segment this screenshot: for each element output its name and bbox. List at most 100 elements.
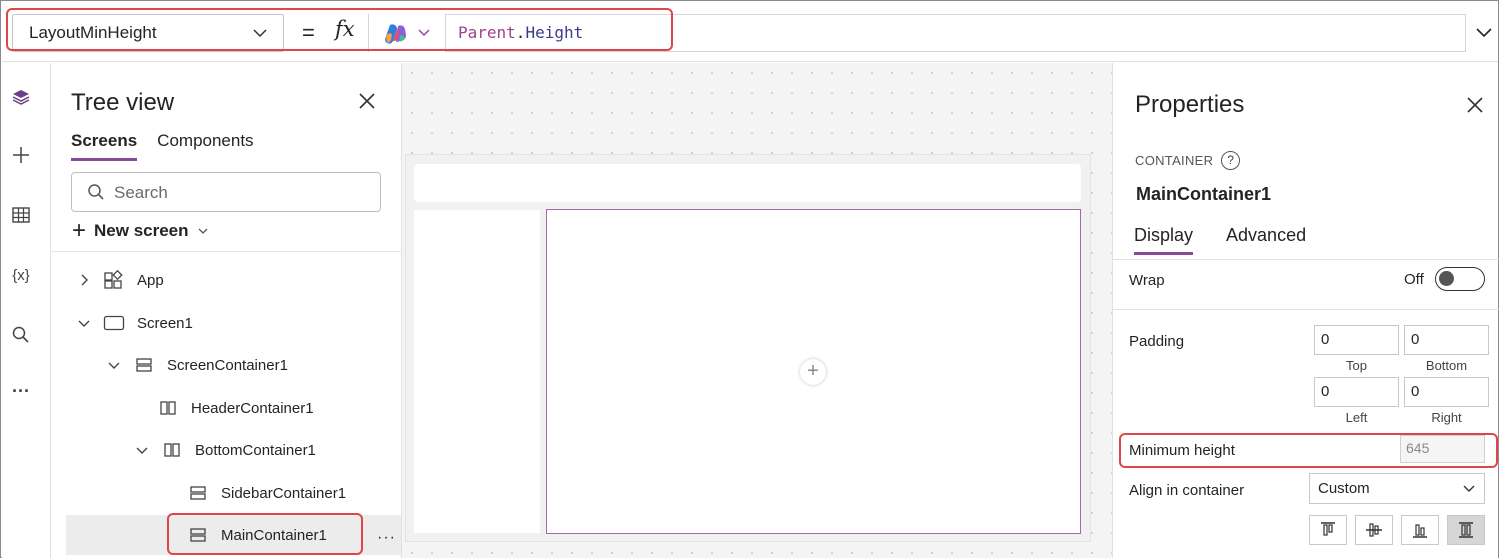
tree-node-screen-container[interactable]: ScreenContainer1 (107, 353, 288, 377)
control-type: CONTAINER ? (1135, 151, 1241, 170)
property-dropdown-value: LayoutMinHeight (29, 23, 157, 42)
search-icon[interactable] (9, 323, 33, 347)
close-icon[interactable] (1465, 95, 1485, 115)
tree-node-label: HeaderContainer1 (191, 399, 314, 417)
new-screen-button[interactable]: + New screen (72, 217, 209, 244)
align-in-container-dropdown[interactable]: Custom (1309, 473, 1485, 504)
search-icon (88, 184, 104, 200)
search-placeholder: Search (114, 183, 168, 202)
chevron-down-icon (253, 29, 267, 38)
insert-plus-icon[interactable] (9, 143, 33, 167)
fx-icon[interactable]: fx (335, 17, 355, 41)
divider (1113, 309, 1499, 310)
tree-node-screen1[interactable]: Screen1 (77, 311, 193, 335)
variables-icon[interactable]: {x} (9, 263, 33, 287)
properties-title: Properties (1135, 91, 1245, 118)
formula-token-dot: . (515, 23, 526, 42)
tree-view-title: Tree view (71, 89, 175, 116)
tab-advanced[interactable]: Advanced (1226, 225, 1306, 255)
plus-icon: + (72, 217, 87, 244)
control-name: MainContainer1 (1136, 184, 1272, 204)
more-icon[interactable]: ··· (9, 379, 33, 403)
minimum-height-label: Minimum height (1129, 442, 1235, 459)
padding-left-input[interactable]: 0 (1314, 377, 1399, 407)
left-rail: {x} ··· (2, 63, 51, 558)
screen-icon (103, 314, 125, 332)
property-dropdown[interactable]: LayoutMinHeight (12, 14, 284, 52)
variables-glyph: {x} (12, 266, 30, 284)
formula-bar: LayoutMinHeight = fx Parent.Height (2, 2, 1498, 62)
vertical-container-icon (187, 484, 209, 502)
expand-formula-chevron-icon[interactable] (1474, 22, 1494, 42)
align-center-icon (1366, 523, 1382, 537)
chevron-right-icon[interactable] (77, 273, 91, 287)
chevron-down-icon[interactable] (135, 443, 149, 457)
tree-node-header-container[interactable]: HeaderContainer1 (157, 396, 314, 420)
minimum-height-input[interactable]: 645 (1400, 435, 1485, 463)
align-stretch-button[interactable] (1447, 515, 1485, 545)
wrap-label: Wrap (1129, 272, 1165, 289)
tree-node-label: BottomContainer1 (195, 441, 316, 459)
tab-screens[interactable]: Screens (71, 131, 138, 161)
control-type-label: CONTAINER (1135, 153, 1214, 168)
sidebar-container-preview[interactable] (414, 210, 540, 533)
align-center-button[interactable] (1355, 515, 1393, 545)
layers-icon[interactable] (9, 85, 33, 109)
align-top-button[interactable] (1309, 515, 1347, 545)
copilot-icon (385, 24, 406, 44)
search-input[interactable]: Search (71, 172, 381, 212)
tree-node-bottom-container[interactable]: BottomContainer1 (135, 438, 316, 462)
vertical-container-icon (187, 526, 209, 544)
copilot-button[interactable] (368, 14, 446, 52)
tab-display[interactable]: Display (1134, 225, 1194, 255)
chevron-down-icon (418, 29, 430, 37)
tree-node-label: App (137, 271, 164, 289)
more-options-icon[interactable]: ··· (377, 529, 396, 547)
align-top-icon (1321, 522, 1335, 536)
align-bottom-button[interactable] (1401, 515, 1439, 545)
padding-label: Padding (1129, 333, 1185, 350)
formula-token-property: Height (525, 23, 584, 42)
tree-node-label: MainContainer1 (221, 526, 327, 544)
more-glyph: ··· (12, 380, 30, 401)
padding-bottom-input[interactable]: 0 (1404, 325, 1489, 355)
formula-input[interactable]: Parent.Height (446, 14, 1466, 52)
close-icon[interactable] (357, 91, 377, 111)
toggle-knob (1439, 271, 1454, 286)
wrap-state-label: Off (1404, 271, 1424, 288)
tree-node-app[interactable]: App (77, 268, 164, 292)
help-icon[interactable]: ? (1221, 151, 1241, 170)
add-control-button[interactable]: + (800, 359, 826, 385)
data-table-icon[interactable] (9, 203, 33, 227)
tree-node-label: Screen1 (137, 314, 193, 332)
properties-panel: Properties CONTAINER ? MainContainer1 Di… (1112, 63, 1499, 558)
tree-node-sidebar-container[interactable]: SidebarContainer1 (187, 481, 346, 505)
padding-top-input[interactable]: 0 (1314, 325, 1399, 355)
chevron-down-icon (1463, 485, 1475, 492)
new-screen-label: New screen (94, 221, 189, 240)
header-container-preview[interactable] (414, 164, 1081, 202)
properties-tabs: Display Advanced (1134, 225, 1306, 255)
formula-token-object: Parent (458, 23, 516, 42)
equals-sign: = (302, 20, 315, 45)
tree-tabs: Screens Components (71, 131, 254, 161)
vertical-container-icon (133, 356, 155, 374)
tab-components[interactable]: Components (157, 131, 253, 161)
align-stretch-icon (1459, 522, 1473, 538)
align-dropdown-value: Custom (1318, 480, 1370, 497)
chevron-down-icon[interactable] (107, 358, 121, 372)
chevron-down-icon[interactable] (77, 316, 91, 330)
tree-node-label: ScreenContainer1 (167, 356, 288, 374)
divider (51, 251, 402, 252)
tree-node-main-container[interactable]: MainContainer1 (187, 523, 327, 547)
padding-right-input[interactable]: 0 (1404, 377, 1489, 407)
align-in-container-label: Align in container (1129, 482, 1245, 499)
padding-bottom-caption: Bottom (1425, 358, 1468, 373)
app-icon (103, 270, 125, 289)
chevron-down-icon (198, 228, 207, 234)
horizontal-container-icon (161, 441, 183, 459)
align-bottom-icon (1413, 524, 1427, 538)
wrap-toggle[interactable] (1435, 267, 1485, 291)
tree-node-label: SidebarContainer1 (221, 484, 347, 502)
padding-top-caption: Top (1346, 358, 1367, 373)
